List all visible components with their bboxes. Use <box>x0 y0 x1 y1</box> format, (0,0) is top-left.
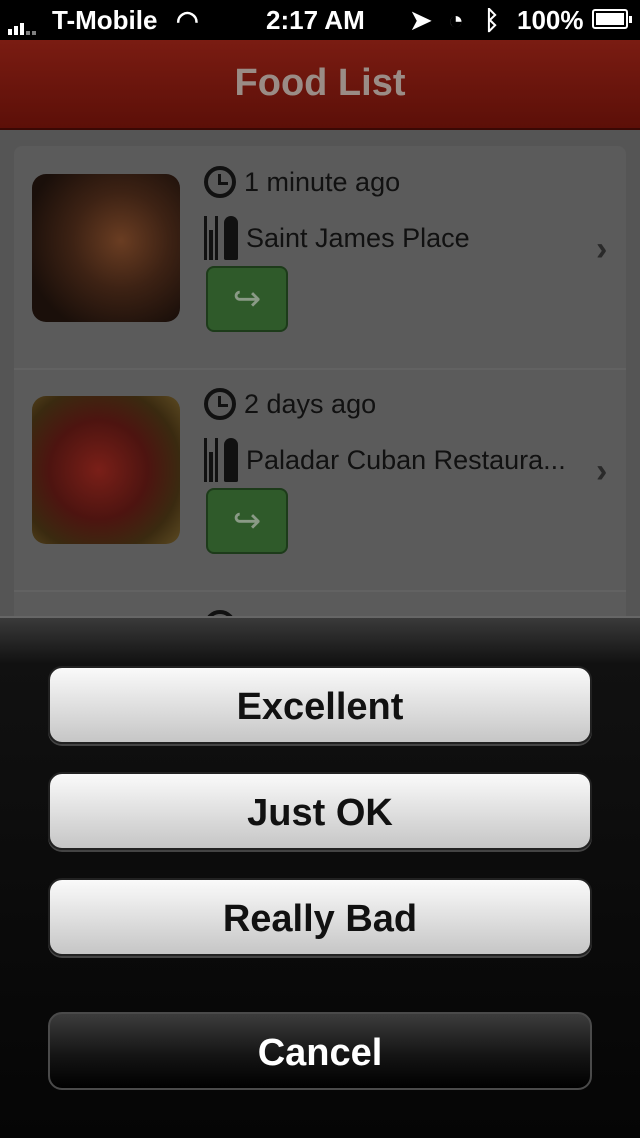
alarm-icon: ◔ <box>448 5 464 35</box>
list-item[interactable]: 2 days ago Paladar Cuban Restaura... ↪ › <box>14 368 626 592</box>
share-arrow-icon: ↪ <box>232 280 262 318</box>
signal-strength-icon <box>8 5 36 35</box>
share-button[interactable]: ↪ <box>206 266 288 332</box>
action-sheet: Excellent Just OK Really Bad Cancel <box>0 616 640 1138</box>
fork-knife-icon <box>204 216 238 260</box>
battery-icon <box>592 9 632 29</box>
time-line: 2 days ago <box>204 388 376 420</box>
place-name: Saint James Place <box>246 222 470 253</box>
clock-icon <box>204 388 236 420</box>
place-line: Saint James Place <box>204 216 470 260</box>
page-title: Food List <box>234 62 406 104</box>
clock-icon <box>204 166 236 198</box>
time-line: 1 minute ago <box>204 166 400 198</box>
food-photo <box>32 396 180 544</box>
food-list: 1 minute ago Saint James Place ↪ › 2 day… <box>0 130 640 616</box>
chevron-right-icon: › <box>596 230 608 268</box>
carrier-name: T-Mobile <box>52 5 158 35</box>
status-time: 2:17 AM <box>266 5 365 35</box>
share-button[interactable]: ↪ <box>206 488 288 554</box>
cancel-button[interactable]: Cancel <box>48 1012 592 1090</box>
fork-knife-icon <box>204 438 238 482</box>
chevron-right-icon: › <box>596 452 608 490</box>
wifi-icon: ◠ <box>176 5 199 35</box>
really-bad-button[interactable]: Really Bad <box>48 878 592 956</box>
food-photo <box>32 174 180 322</box>
just-ok-button[interactable]: Just OK <box>48 772 592 850</box>
navigation-bar: Food List <box>0 40 640 130</box>
list-item[interactable]: 1 minute ago Saint James Place ↪ › <box>14 146 626 370</box>
list-item[interactable] <box>14 590 626 616</box>
location-arrow-icon: ➤ <box>410 5 432 35</box>
excellent-button[interactable]: Excellent <box>48 666 592 744</box>
share-arrow-icon: ↪ <box>232 502 262 540</box>
battery-percent: 100% <box>517 5 584 35</box>
time-ago: 1 minute ago <box>244 166 401 197</box>
place-name: Paladar Cuban Restaura... <box>246 444 566 475</box>
place-line: Paladar Cuban Restaura... <box>204 438 566 482</box>
food-list-card: 1 minute ago Saint James Place ↪ › 2 day… <box>14 146 626 616</box>
status-bar: T-Mobile ◠ 2:17 AM ➤ ◔ ᛒ 100% <box>0 0 640 40</box>
bluetooth-icon: ᛒ <box>484 5 500 35</box>
time-ago: 2 days ago <box>244 388 377 419</box>
